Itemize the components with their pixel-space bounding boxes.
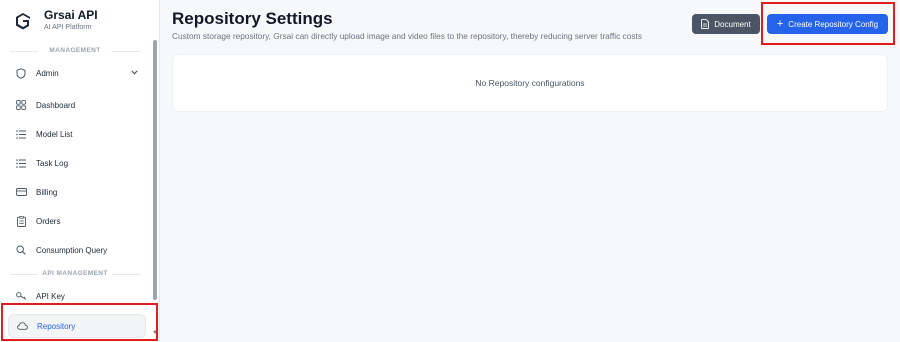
document-button-label: Document [714, 19, 751, 29]
clipboard-icon [14, 214, 28, 228]
key-icon [14, 289, 28, 303]
sidebar-item-label: Consumption Query [36, 245, 108, 255]
section-label-api-management: API MANAGEMENT [0, 270, 150, 277]
sidebar-item-label: Model List [36, 129, 73, 139]
sidebar: Grsai API AI API Platform MANAGEMENT Adm… [0, 0, 160, 342]
sidebar-item-dashboard[interactable]: Dashboard [8, 93, 146, 117]
sidebar-item-task-log[interactable]: Task Log [8, 151, 146, 175]
sidebar-item-label: Orders [36, 216, 61, 226]
search-icon [14, 243, 28, 257]
sidebar-item-orders[interactable]: Orders [8, 209, 146, 233]
brand-name: Grsai API [44, 8, 98, 22]
brand[interactable]: Grsai API AI API Platform [12, 8, 98, 33]
section-label-management: MANAGEMENT [0, 47, 150, 54]
sidebar-item-repository[interactable]: Repository [8, 314, 146, 338]
sidebar-item-label: Admin [36, 68, 59, 78]
document-button[interactable]: Document [692, 14, 760, 34]
sidebar-item-billing[interactable]: Billing [8, 180, 146, 204]
document-icon [701, 19, 710, 29]
plus-icon: + [776, 18, 784, 30]
empty-state-text: No Repository configurations [475, 78, 585, 88]
logo-icon [12, 10, 34, 32]
sidebar-item-label: API Key [36, 291, 65, 301]
chevron-down-icon [131, 68, 138, 77]
sidebar-item-label: Repository [37, 321, 76, 331]
sidebar-item-api-key[interactable]: API Key [8, 284, 146, 308]
sidebar-item-label: Dashboard [36, 100, 76, 110]
sidebar-scrollbar[interactable] [153, 40, 157, 300]
shield-icon [14, 66, 28, 80]
sidebar-item-label: Billing [36, 187, 58, 197]
empty-state-card: No Repository configurations [172, 54, 888, 112]
dashboard-icon [14, 98, 28, 112]
list-icon [14, 156, 28, 170]
sidebar-item-model-list[interactable]: Model List [8, 122, 146, 146]
brand-subtitle: AI API Platform [44, 24, 92, 31]
scroll-down-arrow-icon[interactable]: ▼ [152, 330, 158, 336]
create-repository-config-button[interactable]: + Create Repository Config [767, 14, 888, 34]
card-icon [14, 185, 28, 199]
sidebar-item-consumption-query[interactable]: Consumption Query [8, 238, 146, 262]
list-icon [14, 127, 28, 141]
create-button-label: Create Repository Config [788, 19, 879, 29]
page-subtitle: Custom storage repository, Grsai can dir… [172, 31, 642, 41]
sidebar-item-label: Task Log [36, 158, 69, 168]
page-title: Repository Settings [172, 9, 333, 28]
sidebar-item-admin[interactable]: Admin [8, 61, 146, 85]
cloud-icon [15, 319, 29, 333]
